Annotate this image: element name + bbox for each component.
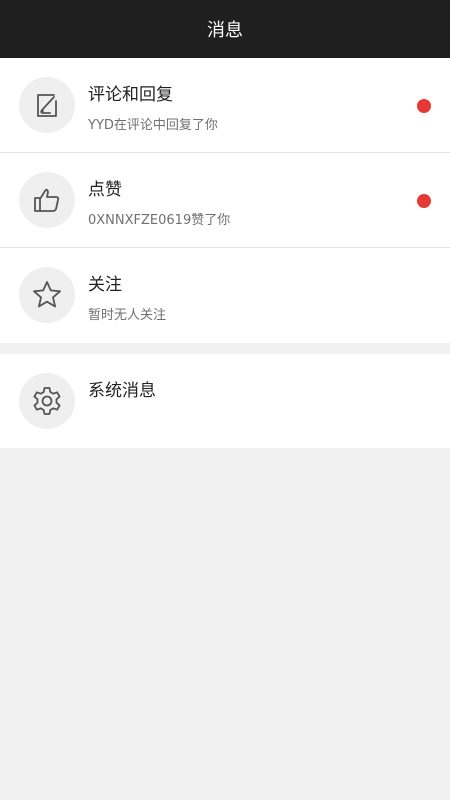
list-item-comments-replies[interactable]: 评论和回复 YYD在评论中回复了你 <box>0 58 450 152</box>
item-subtitle: 0XNNXFZE0619赞了你 <box>88 213 231 228</box>
list-item-system-messages[interactable]: 系统消息 <box>0 354 450 448</box>
system-list: 系统消息 <box>0 354 450 448</box>
star-icon <box>19 267 75 323</box>
edit-document-icon <box>19 77 75 133</box>
message-list: 评论和回复 YYD在评论中回复了你 点赞 0XNNXFZE0619赞了你 关注 … <box>0 58 450 343</box>
gear-icon <box>19 373 75 429</box>
item-title: 评论和回复 <box>88 85 173 105</box>
list-item-likes[interactable]: 点赞 0XNNXFZE0619赞了你 <box>0 153 450 247</box>
item-subtitle: YYD在评论中回复了你 <box>88 118 218 133</box>
item-title: 点赞 <box>88 180 122 200</box>
page-title: 消息 <box>207 20 243 41</box>
item-subtitle: 暂时无人关注 <box>88 308 167 323</box>
unread-badge <box>417 99 431 113</box>
unread-badge <box>417 194 431 208</box>
list-item-follows[interactable]: 关注 暂时无人关注 <box>0 248 450 342</box>
top-bar: 消息 <box>0 0 450 58</box>
item-title: 系统消息 <box>88 381 156 401</box>
item-title: 关注 <box>88 275 122 295</box>
thumbs-up-icon <box>19 172 75 228</box>
